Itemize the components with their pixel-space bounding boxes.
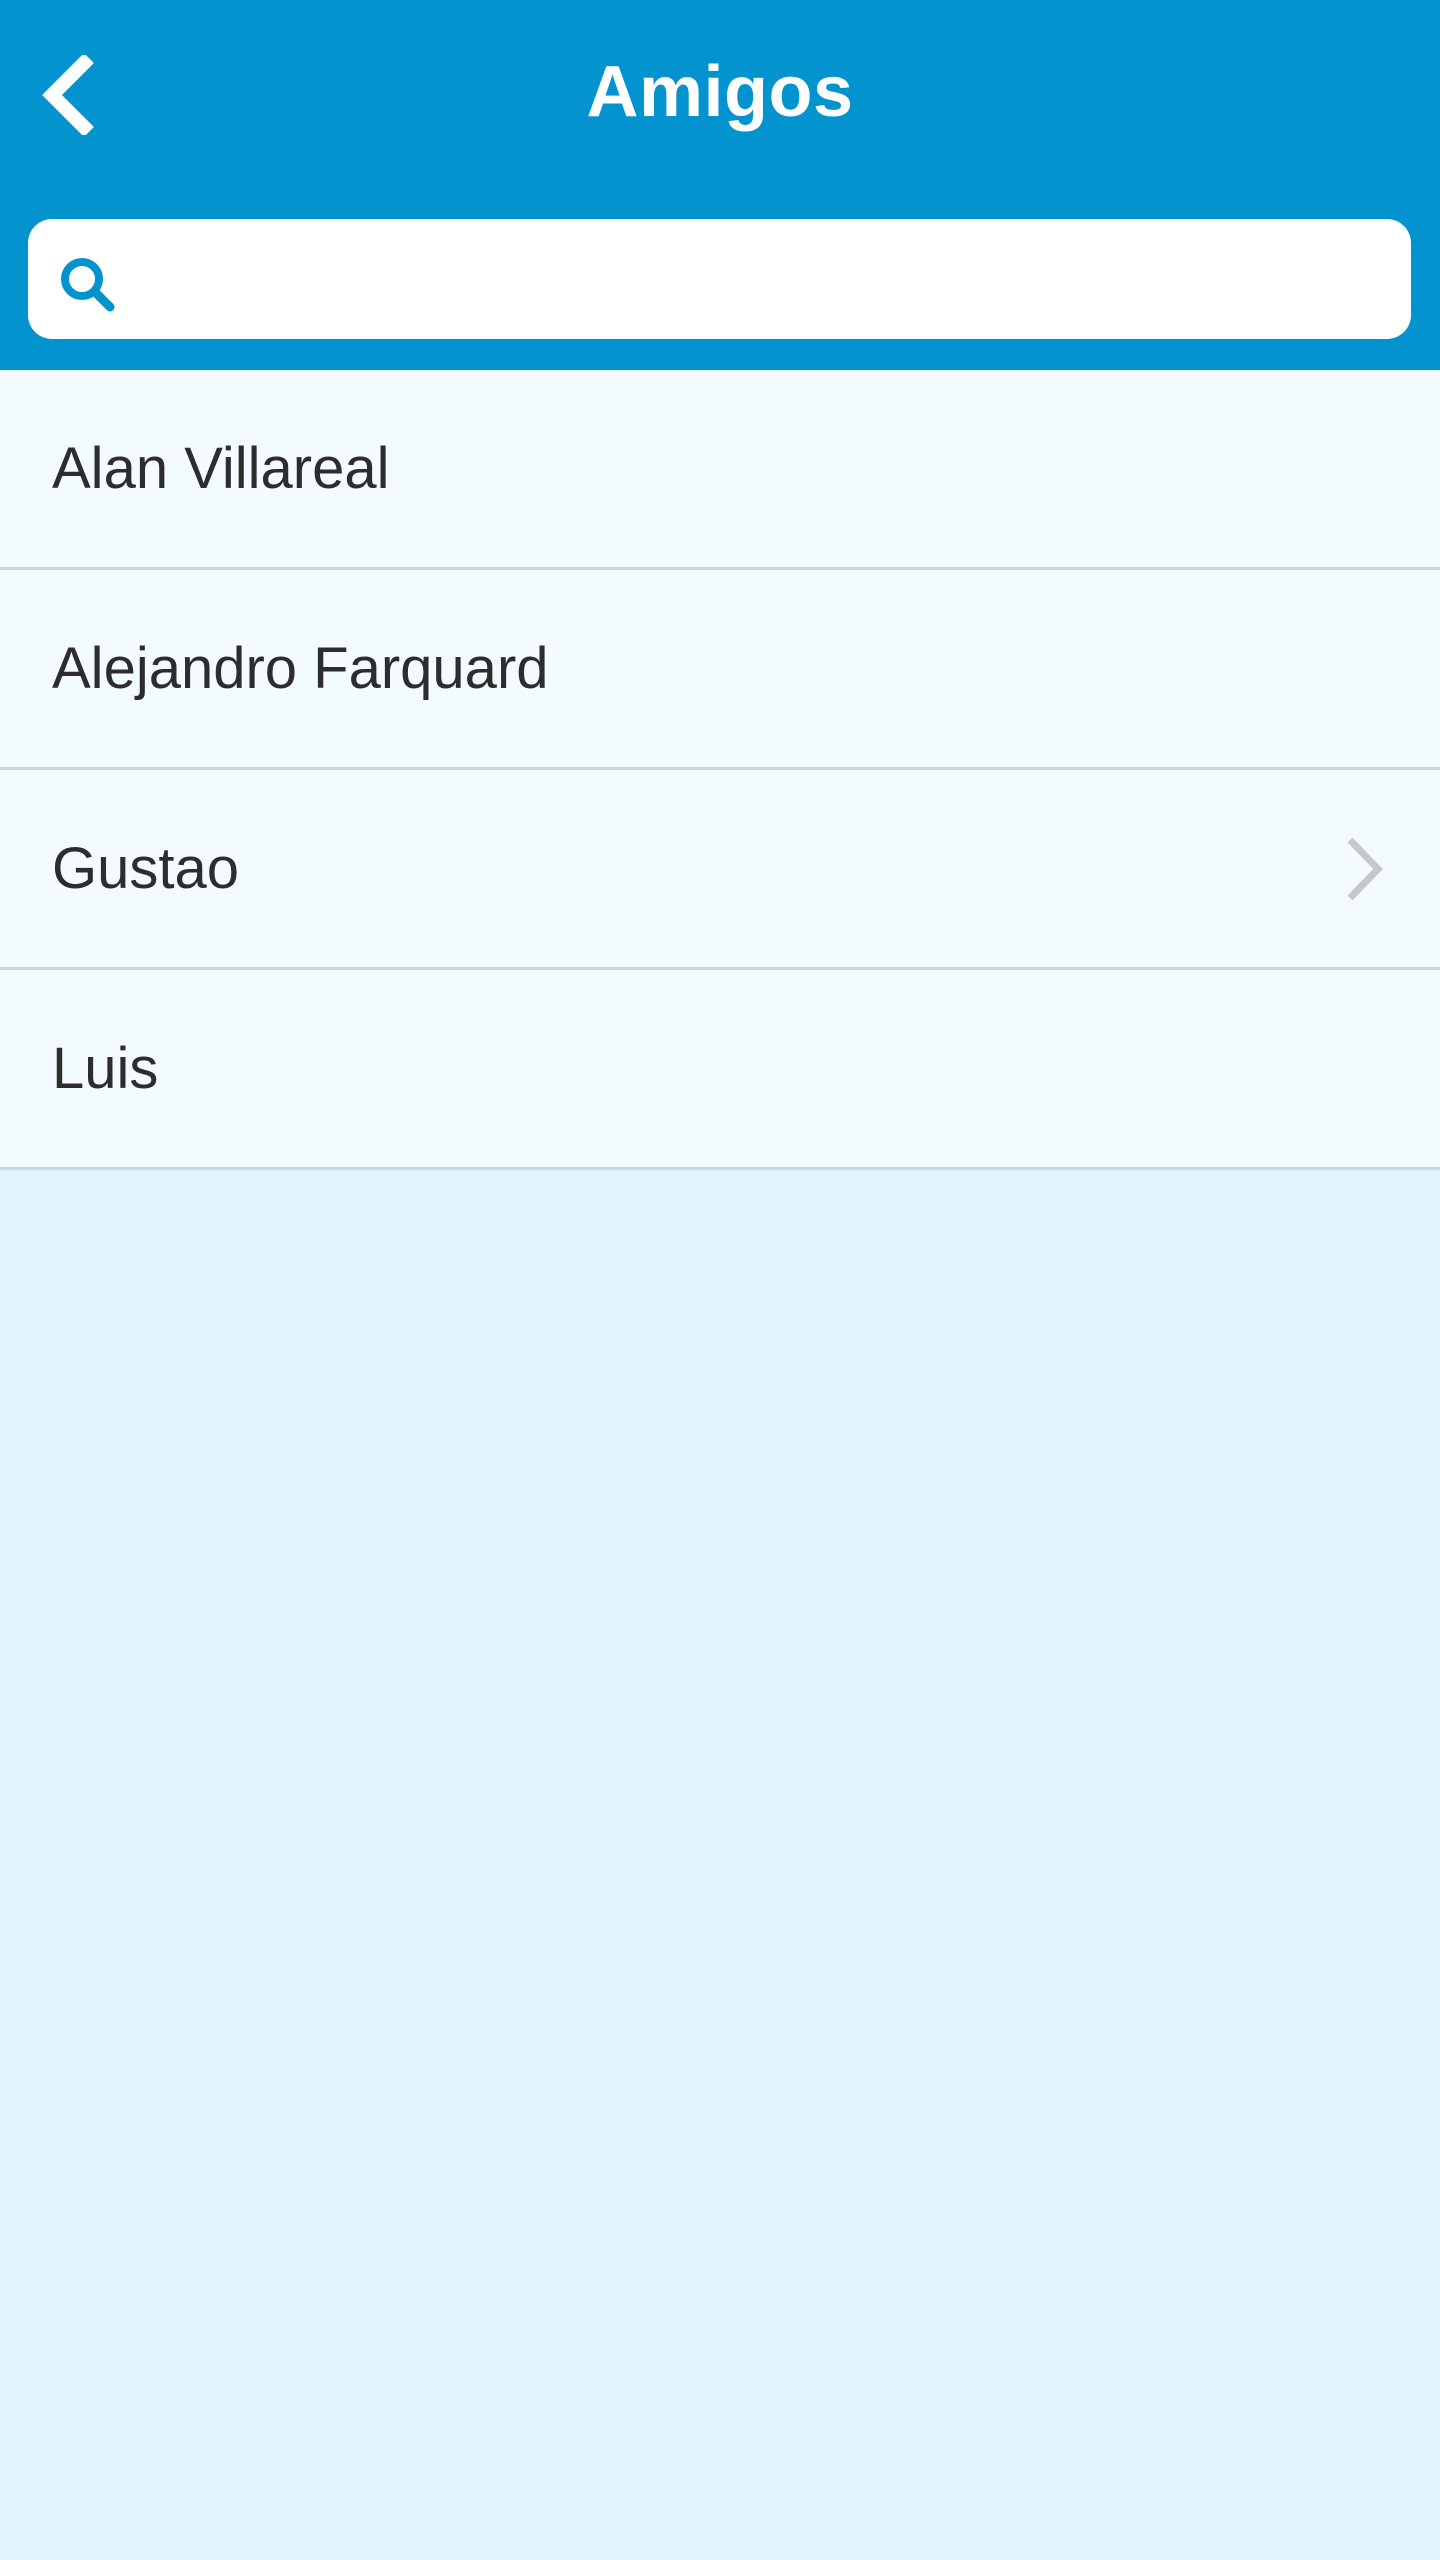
search-input[interactable] [138, 239, 1378, 319]
search-icon [61, 258, 115, 312]
list-item[interactable]: Alejandro Farquard [0, 570, 1440, 770]
friends-list: Alan Villareal Alejandro Farquard Gustao… [0, 370, 1440, 1170]
list-item[interactable]: Alan Villareal [0, 370, 1440, 570]
friend-name: Alan Villareal [52, 435, 390, 501]
friend-name: Luis [52, 1035, 159, 1101]
friend-name: Alejandro Farquard [52, 635, 549, 701]
list-item[interactable]: Luis [0, 970, 1440, 1170]
friend-name: Gustao [52, 835, 239, 901]
app-screen: Amigos Alan Villareal Alejandro Farquard… [0, 0, 1440, 2560]
list-item[interactable]: Gustao [0, 770, 1440, 970]
search-bar[interactable] [28, 219, 1411, 339]
page-title: Amigos [586, 52, 854, 132]
chevron-right-icon [1347, 837, 1383, 900]
header-bar: Amigos [0, 0, 1440, 370]
